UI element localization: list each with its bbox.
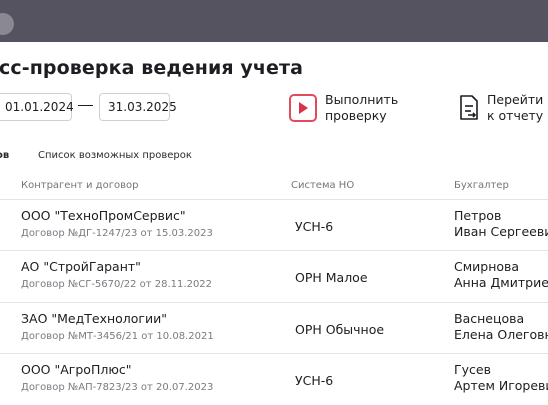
play-icon bbox=[289, 94, 317, 122]
accountant-first-name: Анна Дмитриевна bbox=[454, 275, 548, 290]
tax-system: УСН-6 bbox=[295, 373, 334, 388]
date-from-field[interactable]: 01.01.2024 bbox=[0, 93, 74, 121]
column-header-counterparty: Контрагент и договор bbox=[21, 180, 139, 191]
tax-system: ОРН Обычное bbox=[295, 322, 385, 337]
date-to-field[interactable]: 31.03.2025 bbox=[99, 93, 177, 121]
accountant: Смирнова Анна Дмитриевна bbox=[454, 259, 548, 291]
accountant-last-name: Гусев bbox=[454, 362, 491, 377]
accountant-first-name: Артем Игоревич bbox=[454, 378, 548, 393]
page-title: есс-проверка ведения учета bbox=[0, 57, 304, 79]
run-check-label-line1: Выполнить bbox=[325, 92, 399, 107]
go-to-report-label-line1: Перейти bbox=[487, 92, 544, 107]
contract-info: Договор №ДГ-1247/23 от 15.03.2023 bbox=[21, 228, 213, 239]
go-to-report-label-line2: к отчету bbox=[487, 108, 544, 123]
accountant: Петров Иван Сергеевич bbox=[454, 208, 548, 240]
counterparty-name: ЗАО "МедТехнологии" bbox=[21, 311, 167, 326]
tax-system: ОРН Малое bbox=[295, 270, 368, 285]
window-control-icon[interactable] bbox=[0, 13, 14, 35]
document-arrow-icon bbox=[457, 93, 481, 123]
go-to-report-button[interactable]: Перейти к отчету bbox=[457, 92, 548, 124]
accountant-first-name: Иван Сергеевич bbox=[454, 224, 548, 239]
accountant: Васнецова Елена Олеговна bbox=[454, 311, 548, 343]
contract-info: Договор №АП-7823/23 от 20.07.2023 bbox=[21, 382, 214, 393]
table-row[interactable]: ООО "ТехноПромСервис" Договор №ДГ-1247/2… bbox=[0, 199, 548, 251]
table-row[interactable]: АО "СтройГарант" Договор №СГ-5670/22 от … bbox=[0, 250, 548, 302]
window-topbar bbox=[0, 0, 548, 42]
column-header-accountant: Бухгалтер bbox=[454, 180, 509, 191]
tab-possible-checks[interactable]: Список возможных проверок bbox=[38, 150, 192, 161]
column-header-tax-system: Система НО bbox=[291, 180, 355, 191]
date-separator bbox=[78, 105, 93, 106]
accountant: Гусев Артем Игоревич bbox=[454, 362, 548, 394]
contract-info: Договор №СГ-5670/22 от 28.11.2022 bbox=[21, 279, 213, 290]
accountant-last-name: Васнецова bbox=[454, 311, 525, 326]
counterparty-name: ООО "АгроПлюс" bbox=[21, 362, 132, 377]
counterparty-name: ООО "ТехноПромСервис" bbox=[21, 208, 186, 223]
tab-summary[interactable]: ов bbox=[0, 150, 9, 161]
run-check-label-line2: проверку bbox=[325, 108, 387, 123]
contract-info: Договор №МТ-3456/21 от 10.08.2021 bbox=[21, 331, 214, 342]
run-check-button[interactable]: Выполнить проверку bbox=[289, 92, 415, 124]
accountant-last-name: Петров bbox=[454, 208, 502, 223]
accountant-last-name: Смирнова bbox=[454, 259, 520, 274]
table-row[interactable]: ЗАО "МедТехнологии" Договор №МТ-3456/21 … bbox=[0, 302, 548, 354]
table-row[interactable]: ООО "АгроПлюс" Договор №АП-7823/23 от 20… bbox=[0, 353, 548, 405]
counterparty-name: АО "СтройГарант" bbox=[21, 259, 141, 274]
tax-system: УСН-6 bbox=[295, 219, 334, 234]
accountant-first-name: Елена Олеговна bbox=[454, 327, 548, 342]
